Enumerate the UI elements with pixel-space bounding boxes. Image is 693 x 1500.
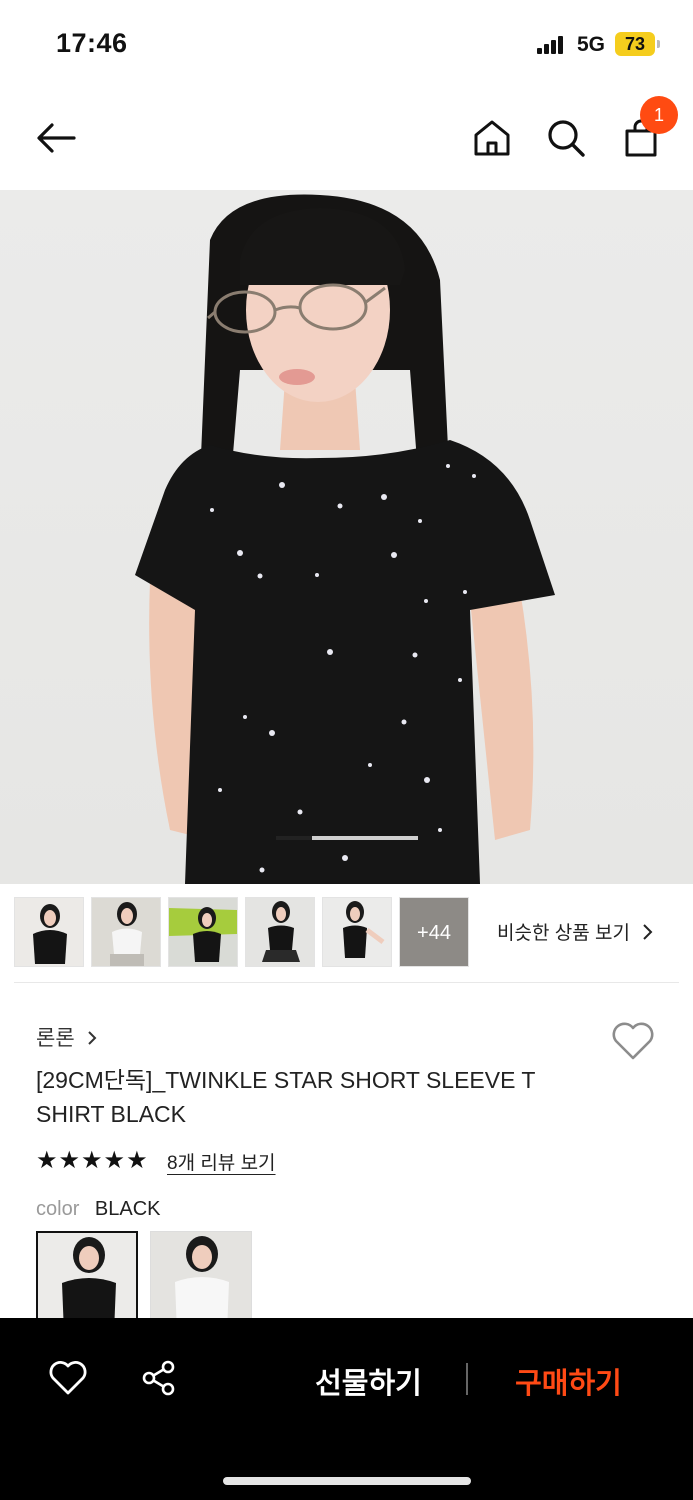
home-icon[interactable] xyxy=(468,114,516,162)
thumbnail[interactable] xyxy=(91,897,161,967)
color-value: BLACK xyxy=(94,1198,161,1220)
cart-badge: 1 xyxy=(640,96,678,134)
top-nav xyxy=(0,100,693,180)
status-bar: 17:46 5G 73 xyxy=(0,0,693,90)
network-type: 5G xyxy=(577,33,606,56)
color-swatch-white[interactable] xyxy=(150,1231,252,1331)
battery-level: 73 xyxy=(624,34,646,54)
back-arrow-icon[interactable] xyxy=(32,114,80,162)
thumbnail[interactable] xyxy=(322,897,392,967)
brand-name: 론론 xyxy=(36,1027,75,1050)
thumbnail[interactable] xyxy=(245,897,315,967)
bottom-action-bar xyxy=(0,1318,693,1500)
color-label: color xyxy=(36,1198,80,1220)
brand-link[interactable]: 론론 xyxy=(36,1022,98,1052)
color-row: color BLACK xyxy=(36,1198,161,1221)
color-swatch-black[interactable] xyxy=(36,1231,138,1331)
signal-icon xyxy=(537,36,567,54)
review-link[interactable]: 8개 리뷰 보기 xyxy=(167,1148,276,1175)
heart-icon[interactable] xyxy=(48,1358,88,1398)
similar-products-label: 비슷한 상품 보기 xyxy=(497,923,630,944)
thumbnail-more[interactable]: +44 xyxy=(399,897,469,967)
thumbnail[interactable] xyxy=(168,897,238,967)
buy-button[interactable]: 구매하기 xyxy=(496,1360,641,1402)
product-title: [29CM단독]_TWINKLE STAR SHORT SLEEVE T SHI… xyxy=(36,1067,536,1127)
search-icon[interactable] xyxy=(542,114,590,162)
status-time: 17:46 xyxy=(56,28,128,58)
similar-products-link[interactable]: 비슷한 상품 보기 xyxy=(497,918,655,945)
divider xyxy=(14,982,679,983)
gallery-progress xyxy=(276,836,418,840)
rating-stars: ★★★★★ xyxy=(36,1147,149,1174)
gift-button[interactable]: 선물하기 xyxy=(296,1360,441,1402)
gallery-progress-fill xyxy=(276,836,312,840)
share-icon[interactable] xyxy=(139,1358,179,1398)
model-photo xyxy=(135,194,555,884)
thumbnail[interactable] xyxy=(14,897,84,967)
wishlist-heart-icon[interactable] xyxy=(610,1020,656,1062)
bottom-bar-separator xyxy=(466,1363,468,1395)
battery-icon: 73 xyxy=(615,32,655,56)
thumbnail-more-count: +44 xyxy=(417,922,451,944)
battery-tip xyxy=(657,40,660,48)
chevron-right-icon xyxy=(643,924,653,940)
chevron-right-icon xyxy=(88,1031,97,1045)
home-indicator xyxy=(223,1477,471,1485)
product-main-image[interactable] xyxy=(0,190,693,884)
